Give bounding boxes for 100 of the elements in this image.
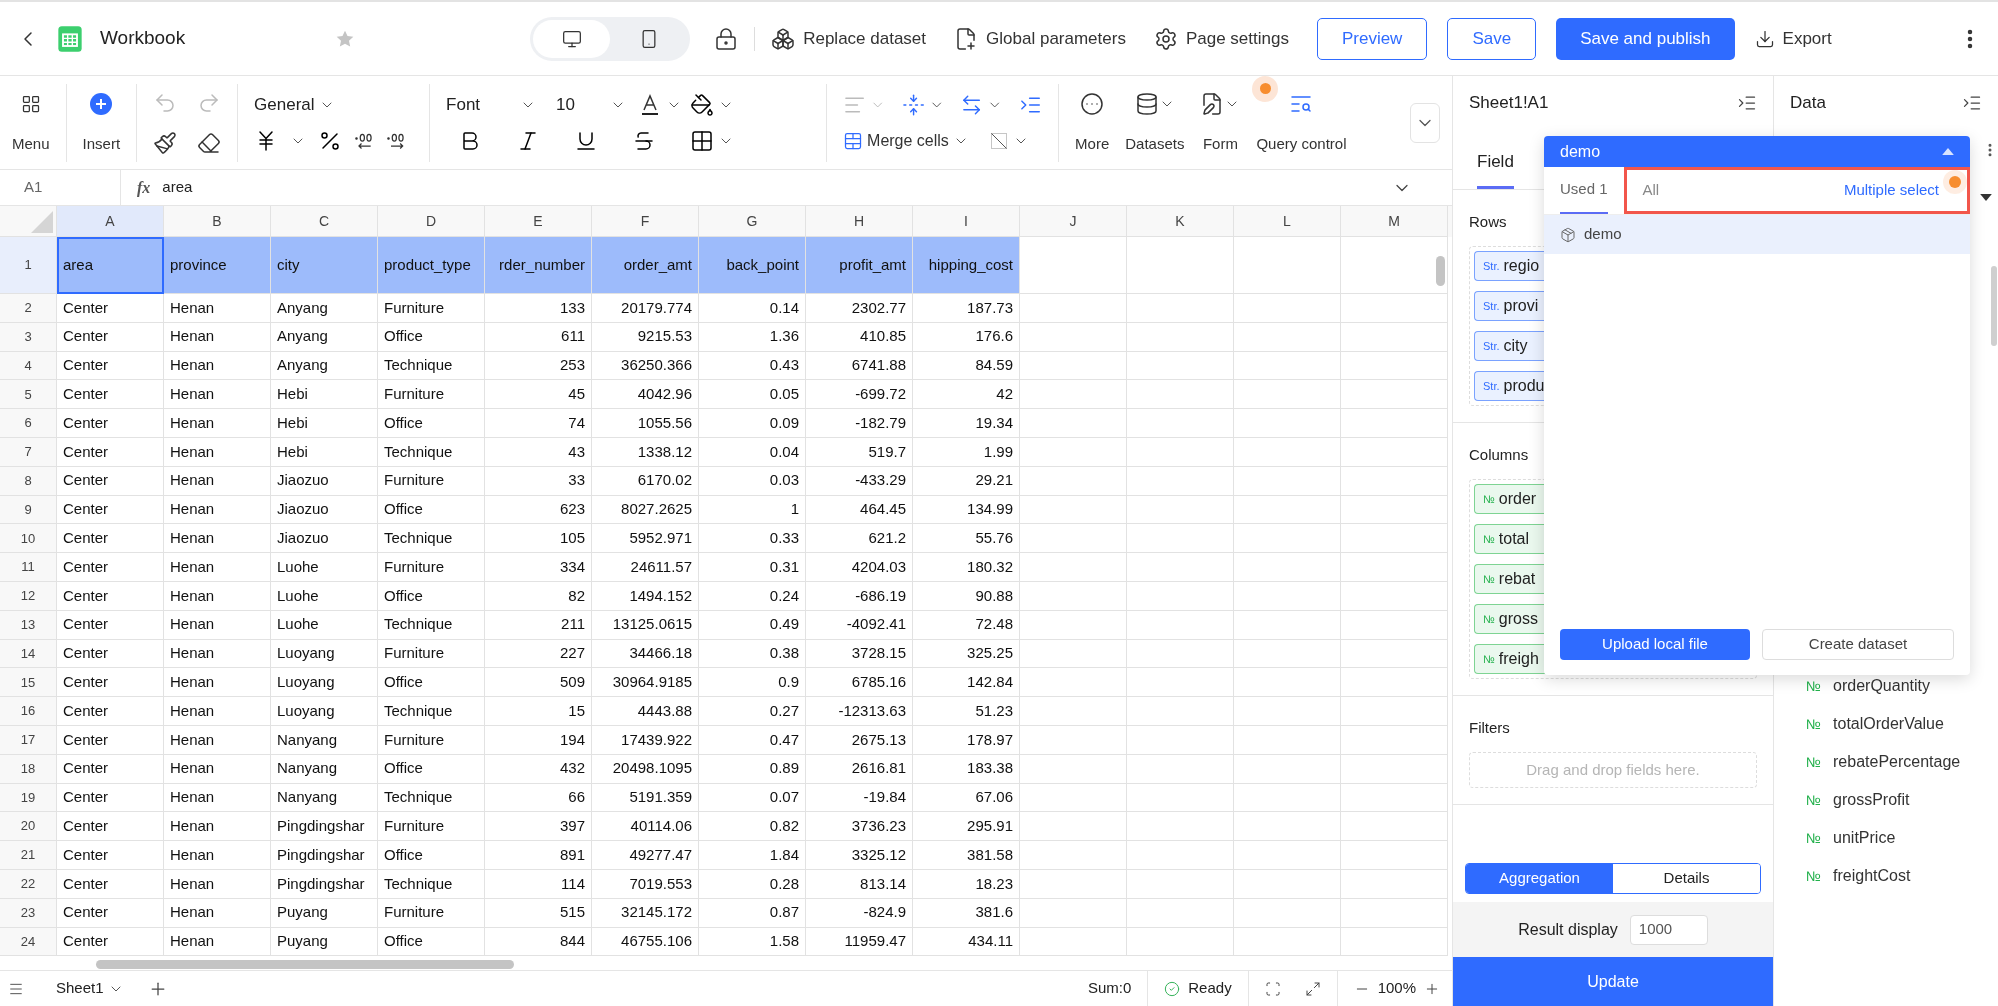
multiple-select-link[interactable]: Multiple select xyxy=(1843,179,1939,202)
table-cell: 519.7 xyxy=(806,438,913,467)
table-cell: 32145.172 xyxy=(592,898,699,928)
result-display-input[interactable]: 1000 xyxy=(1629,914,1708,945)
dropdown-button[interactable]: Create dataset xyxy=(1762,629,1954,660)
row-number[interactable]: 22 xyxy=(0,869,57,899)
font-size-select[interactable]: 10 xyxy=(556,91,627,118)
row-number[interactable]: 10 xyxy=(0,524,57,554)
insert-button[interactable]: Insert xyxy=(74,89,129,156)
row-number[interactable]: 2 xyxy=(0,294,57,323)
formula-input[interactable]: area xyxy=(162,176,193,199)
table-cell: Henan xyxy=(164,610,271,640)
dropdown-button[interactable]: Upload local file xyxy=(1560,629,1750,660)
table-cell: Center xyxy=(57,466,164,496)
row-number[interactable]: 16 xyxy=(0,697,57,726)
table-cell: Furniture xyxy=(378,466,485,496)
table-cell: 1338.12 xyxy=(592,438,699,467)
sheet-tab[interactable]: Sheet1 xyxy=(56,977,124,1000)
column-header[interactable]: L xyxy=(1234,206,1341,237)
header-button[interactable]: Save xyxy=(1447,17,1537,60)
datasets-button[interactable]: Datasets xyxy=(1117,89,1193,156)
form-button[interactable]: Form xyxy=(1192,89,1249,156)
column-header[interactable]: M xyxy=(1341,206,1448,237)
update-button[interactable]: Update xyxy=(1453,957,1773,1006)
export-button[interactable]: Export xyxy=(1754,25,1832,52)
row-number[interactable]: 11 xyxy=(0,553,57,582)
table-cell: -686.19 xyxy=(806,581,913,611)
table-cell: Henan xyxy=(164,639,271,669)
table-cell: Henan xyxy=(164,697,271,726)
row-number[interactable]: 24 xyxy=(0,927,57,957)
dataset-select[interactable]: demo xyxy=(1544,136,1970,167)
data-field[interactable]: № rebatePercentage xyxy=(1806,750,1998,774)
table-cell: Center xyxy=(57,927,164,957)
header-button[interactable]: Save and publish xyxy=(1556,17,1735,60)
table-cell: 72.48 xyxy=(913,610,1020,640)
panel-tab[interactable]: Field xyxy=(1477,148,1514,189)
table-cell: 397 xyxy=(485,812,592,842)
row-number[interactable]: 3 xyxy=(0,322,57,352)
number-format-select[interactable]: General xyxy=(254,91,414,118)
table-cell: 2675.13 xyxy=(806,725,913,755)
data-field[interactable]: № freightCost xyxy=(1806,864,1998,888)
dropdown-tab[interactable]: All xyxy=(1642,179,1660,202)
row-number[interactable]: 18 xyxy=(0,754,57,784)
column-header[interactable]: K xyxy=(1127,206,1234,237)
table-cell: Center xyxy=(57,754,164,784)
table-cell: 34466.18 xyxy=(592,639,699,669)
row-number[interactable]: 17 xyxy=(0,725,57,755)
toolbar-action[interactable]: Page settings xyxy=(1153,25,1289,52)
row-number[interactable]: 5 xyxy=(0,380,57,410)
table-cell: Henan xyxy=(164,754,271,784)
table-cell: area xyxy=(57,237,164,294)
row-number[interactable]: 8 xyxy=(0,466,57,496)
table-cell: 74 xyxy=(485,409,592,438)
row-number[interactable]: 20 xyxy=(0,812,57,842)
table-cell: 0.04 xyxy=(699,438,806,467)
column-header[interactable]: J xyxy=(1020,206,1127,237)
menu-button[interactable]: Menu xyxy=(4,89,58,156)
toolbar-action[interactable]: Global parameters xyxy=(954,25,1126,52)
row-number[interactable]: 15 xyxy=(0,668,57,698)
table-cell: -433.29 xyxy=(806,466,913,496)
table-cell: Center xyxy=(57,581,164,611)
table-cell: Furniture xyxy=(378,898,485,928)
row-number[interactable]: 23 xyxy=(0,898,57,928)
font-select[interactable]: Font xyxy=(446,91,537,118)
workbook-title: Workbook xyxy=(100,26,186,51)
merge-cells-button[interactable]: Merge cells xyxy=(843,128,969,153)
result-display-label: Result display xyxy=(1518,919,1618,940)
toolbar-action[interactable]: Replace dataset xyxy=(771,25,927,52)
row-number[interactable]: 1 xyxy=(0,237,57,294)
row-number[interactable]: 9 xyxy=(0,495,57,525)
table-cell: 105 xyxy=(485,524,592,554)
row-number[interactable]: 7 xyxy=(0,438,57,467)
more-button[interactable]: More xyxy=(1067,89,1118,156)
table-cell: Henan xyxy=(164,869,271,899)
row-number[interactable]: 12 xyxy=(0,581,57,611)
table-cell: 6741.88 xyxy=(806,351,913,381)
row-number[interactable]: 6 xyxy=(0,409,57,438)
data-field[interactable]: № unitPrice xyxy=(1806,826,1998,850)
table-cell: 30964.9185 xyxy=(592,668,699,698)
table-cell: 36250.366 xyxy=(592,351,699,381)
data-field[interactable]: № orderQuantity xyxy=(1806,674,1998,698)
data-field[interactable]: № grossProfit xyxy=(1806,788,1998,812)
header-button[interactable]: Preview xyxy=(1316,17,1428,60)
row-number[interactable]: 19 xyxy=(0,783,57,813)
row-number[interactable]: 4 xyxy=(0,351,57,381)
dataset-item[interactable]: demo xyxy=(1544,215,1970,254)
table-cell: Office xyxy=(378,668,485,698)
data-field[interactable]: № totalOrderValue xyxy=(1806,712,1998,736)
table-cell: Jiaozuo xyxy=(271,466,378,496)
query-control-button[interactable]: Query control xyxy=(1248,89,1355,156)
panel-title: Sheet1!A1 xyxy=(1469,92,1549,115)
table-cell: Nanyang xyxy=(271,783,378,813)
table-cell: 183.38 xyxy=(913,754,1020,784)
table-cell: Center xyxy=(57,524,164,554)
mode-tab[interactable]: Aggregation xyxy=(1466,864,1613,893)
row-number[interactable]: 14 xyxy=(0,639,57,669)
column-header[interactable]: A xyxy=(57,206,164,237)
row-number[interactable]: 13 xyxy=(0,610,57,640)
table-cell: 176.6 xyxy=(913,322,1020,352)
row-number[interactable]: 21 xyxy=(0,841,57,870)
